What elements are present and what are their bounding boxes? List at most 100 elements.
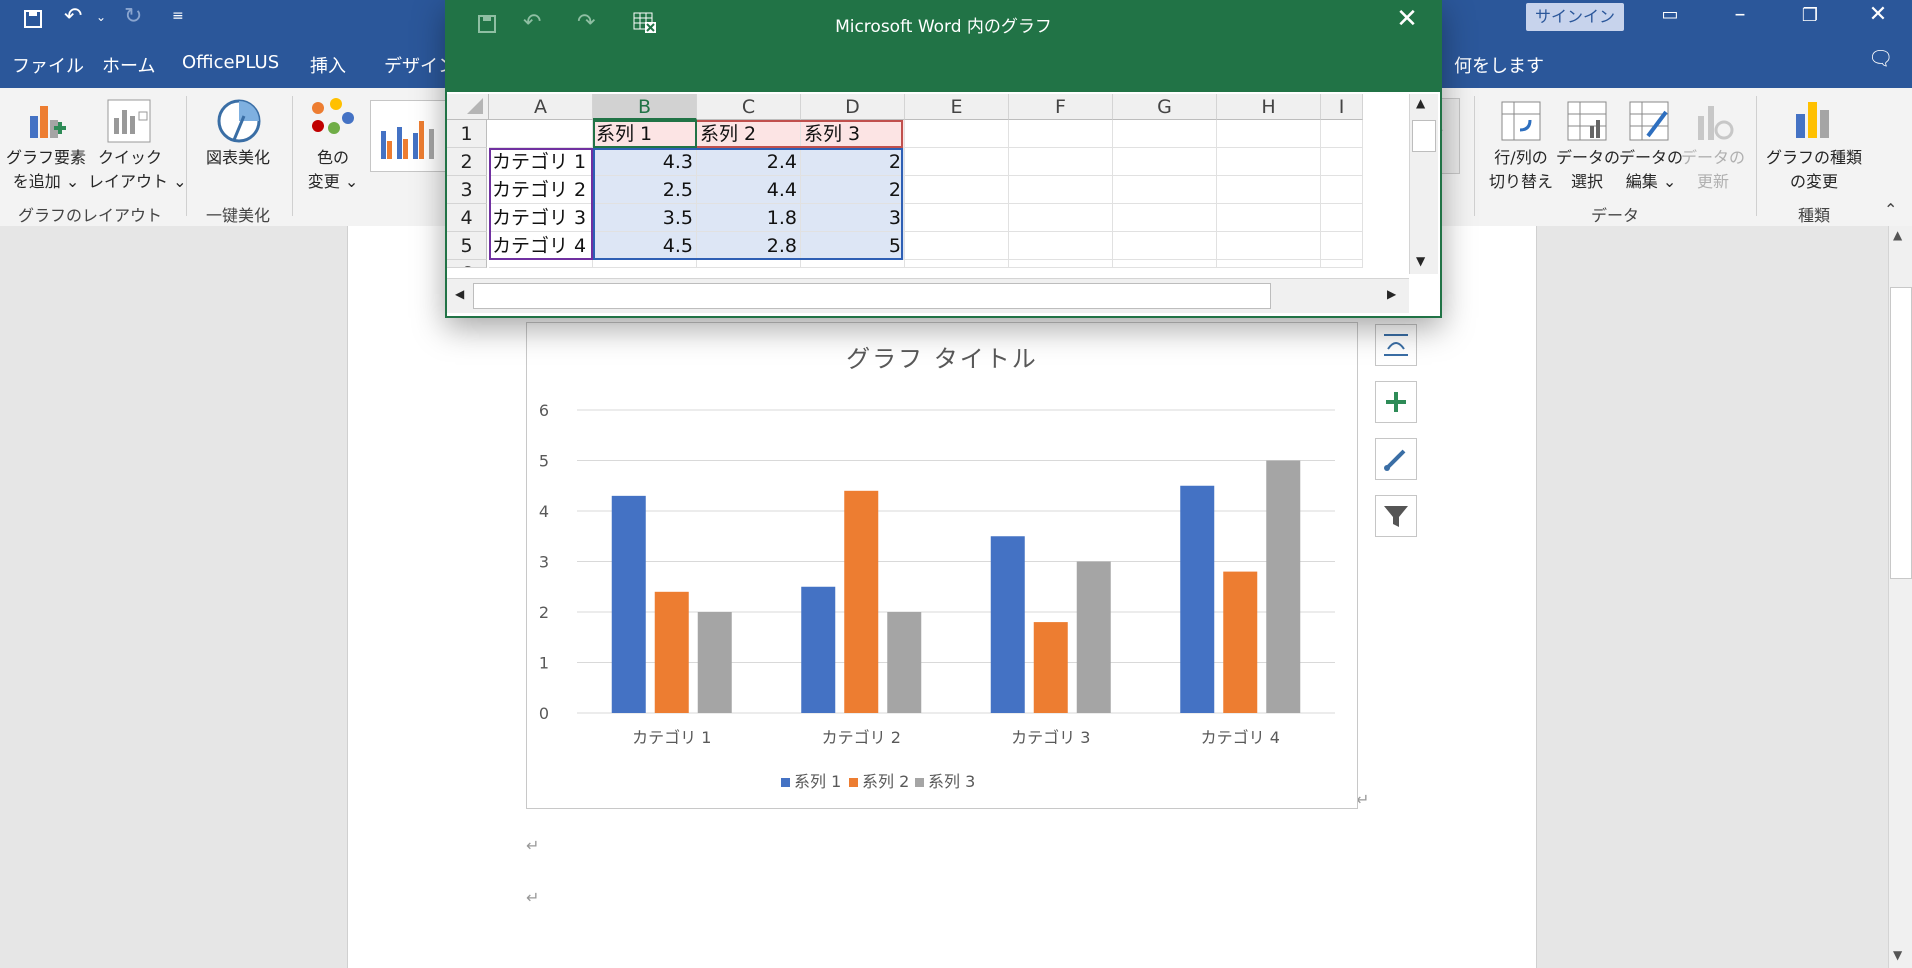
chart-filters-button[interactable] xyxy=(1375,495,1417,537)
select-data-button[interactable]: データの 選択 xyxy=(1556,146,1620,194)
cell-b2[interactable]: 4.3 xyxy=(593,148,697,176)
excel-horizontal-scrollbar[interactable]: ◀ ▶ xyxy=(447,278,1409,313)
legend-label-series2[interactable]: 系列 2 xyxy=(862,772,909,791)
cell-c4[interactable]: 1.8 xyxy=(697,204,801,232)
cell-a3[interactable]: カテゴリ 2 xyxy=(489,176,593,204)
undo-icon[interactable]: ↶ xyxy=(64,4,82,29)
bar-series3-cat1[interactable] xyxy=(697,612,732,713)
row-header-2[interactable]: 2 xyxy=(447,148,487,176)
quick-layout-icon[interactable] xyxy=(106,98,152,148)
minimize-icon[interactable]: – xyxy=(1720,2,1760,27)
cell-e5[interactable] xyxy=(905,232,1009,260)
chart-style-thumbnail[interactable] xyxy=(370,100,448,172)
column-header-f[interactable]: F xyxy=(1009,94,1113,120)
save-icon[interactable] xyxy=(22,4,44,36)
cell-i1[interactable] xyxy=(1321,120,1363,148)
cell-e4[interactable] xyxy=(905,204,1009,232)
add-chart-element-icon[interactable] xyxy=(24,98,68,146)
bar-series2-cat1[interactable] xyxy=(654,591,689,713)
excel-data-window[interactable]: ↶ ↷ Microsoft Word 内のグラフ ✕ ABCDEFGHI 123… xyxy=(445,0,1442,318)
tab-file[interactable]: ファイル xyxy=(12,52,84,78)
cell-h3[interactable] xyxy=(1217,176,1321,204)
tell-me-search[interactable]: 何をします xyxy=(1454,52,1544,78)
undo-dropdown-icon[interactable]: ⌄ xyxy=(96,10,106,24)
cell-b3[interactable]: 2.5 xyxy=(593,176,697,204)
cell-b6[interactable] xyxy=(593,260,697,268)
beautify-icon[interactable] xyxy=(214,96,264,150)
add-chart-element-button[interactable]: グラフ要素 を追加 ⌄ xyxy=(6,146,86,194)
cell-h4[interactable] xyxy=(1217,204,1321,232)
scroll-up-icon[interactable]: ▲ xyxy=(1893,228,1902,242)
bar-series2-cat3[interactable] xyxy=(1033,622,1068,713)
cell-b5[interactable]: 4.5 xyxy=(593,232,697,260)
cell-f4[interactable] xyxy=(1009,204,1113,232)
cell-a2[interactable]: カテゴリ 1 xyxy=(489,148,593,176)
excel-scroll-up-icon[interactable]: ▲ xyxy=(1416,96,1425,110)
cell-g4[interactable] xyxy=(1113,204,1217,232)
column-header-a[interactable]: A xyxy=(489,94,593,120)
legend-label-series1[interactable]: 系列 1 xyxy=(794,772,841,791)
bar-series2-cat2[interactable] xyxy=(844,490,879,713)
cell-f5[interactable] xyxy=(1009,232,1113,260)
tab-officeplus[interactable]: OfficePLUS xyxy=(182,52,279,73)
cell-g1[interactable] xyxy=(1113,120,1217,148)
column-header-b[interactable]: B xyxy=(593,94,697,120)
cell-g5[interactable] xyxy=(1113,232,1217,260)
row-header-5[interactable]: 5 xyxy=(447,232,487,260)
bar-series3-cat4[interactable] xyxy=(1266,460,1301,714)
bar-series1-cat3[interactable] xyxy=(990,536,1025,713)
bar-series2-cat4[interactable] xyxy=(1223,571,1258,713)
excel-vscroll-thumb[interactable] xyxy=(1412,120,1436,152)
cell-g2[interactable] xyxy=(1113,148,1217,176)
customize-qat-icon[interactable]: ≡ xyxy=(172,8,184,24)
select-data-icon[interactable] xyxy=(1566,100,1608,146)
cell-a5[interactable]: カテゴリ 4 xyxy=(489,232,593,260)
bar-series1-cat4[interactable] xyxy=(1180,485,1215,713)
row-header-4[interactable]: 4 xyxy=(447,204,487,232)
excel-hscroll-thumb[interactable] xyxy=(473,283,1271,309)
row-header-1[interactable]: 1 xyxy=(447,120,487,148)
layout-options-button[interactable] xyxy=(1375,324,1417,366)
cell-h5[interactable] xyxy=(1217,232,1321,260)
tab-insert[interactable]: 挿入 xyxy=(310,52,346,78)
column-header-e[interactable]: E xyxy=(905,94,1009,120)
bar-series1-cat1[interactable] xyxy=(611,495,646,713)
cell-a1[interactable] xyxy=(489,120,593,148)
cell-f2[interactable] xyxy=(1009,148,1113,176)
bar-series3-cat2[interactable] xyxy=(887,612,922,713)
excel-close-icon[interactable]: ✕ xyxy=(1387,4,1427,34)
column-header-i[interactable]: I xyxy=(1321,94,1363,120)
switch-row-column-icon[interactable] xyxy=(1500,100,1542,146)
cell-c2[interactable]: 2.4 xyxy=(697,148,801,176)
cell-c6[interactable] xyxy=(697,260,801,268)
column-header-c[interactable]: C xyxy=(697,94,801,120)
select-all-corner[interactable] xyxy=(447,94,489,120)
cell-c1[interactable]: 系列 2 xyxy=(697,120,801,148)
excel-scroll-down-icon[interactable]: ▼ xyxy=(1416,254,1425,268)
cell-e2[interactable] xyxy=(905,148,1009,176)
bar-series3-cat3[interactable] xyxy=(1076,561,1111,714)
cell-h6[interactable] xyxy=(1217,260,1321,268)
cell-i6[interactable] xyxy=(1321,260,1363,268)
switch-row-column-button[interactable]: 行/列の 切り替え xyxy=(1484,146,1558,194)
legend-label-series3[interactable]: 系列 3 xyxy=(928,772,975,791)
cell-h1[interactable] xyxy=(1217,120,1321,148)
tab-home[interactable]: ホーム xyxy=(102,52,155,78)
cell-b1[interactable]: 系列 1 xyxy=(593,120,697,148)
cell-f1[interactable] xyxy=(1009,120,1113,148)
cell-e1[interactable] xyxy=(905,120,1009,148)
excel-scroll-left-icon[interactable]: ◀ xyxy=(455,287,464,301)
cell-i3[interactable] xyxy=(1321,176,1363,204)
beautify-button[interactable]: 図表美化 xyxy=(196,146,280,170)
scroll-down-icon[interactable]: ▼ xyxy=(1893,948,1902,962)
cell-e3[interactable] xyxy=(905,176,1009,204)
cell-d4[interactable]: 3 xyxy=(801,204,905,232)
cell-i2[interactable] xyxy=(1321,148,1363,176)
cell-d5[interactable]: 5 xyxy=(801,232,905,260)
cell-f3[interactable] xyxy=(1009,176,1113,204)
restore-icon[interactable]: ❐ xyxy=(1790,5,1830,26)
change-chart-type-icon[interactable] xyxy=(1792,96,1836,144)
cell-d6[interactable] xyxy=(801,260,905,268)
chart-area[interactable]: グラフ タイトル 0 1 2 3 4 5 6 カテゴリ 1 カテゴリ 2 カテゴリ 3 カテゴリ … xyxy=(526,322,1358,809)
cell-g6[interactable] xyxy=(1113,260,1217,268)
